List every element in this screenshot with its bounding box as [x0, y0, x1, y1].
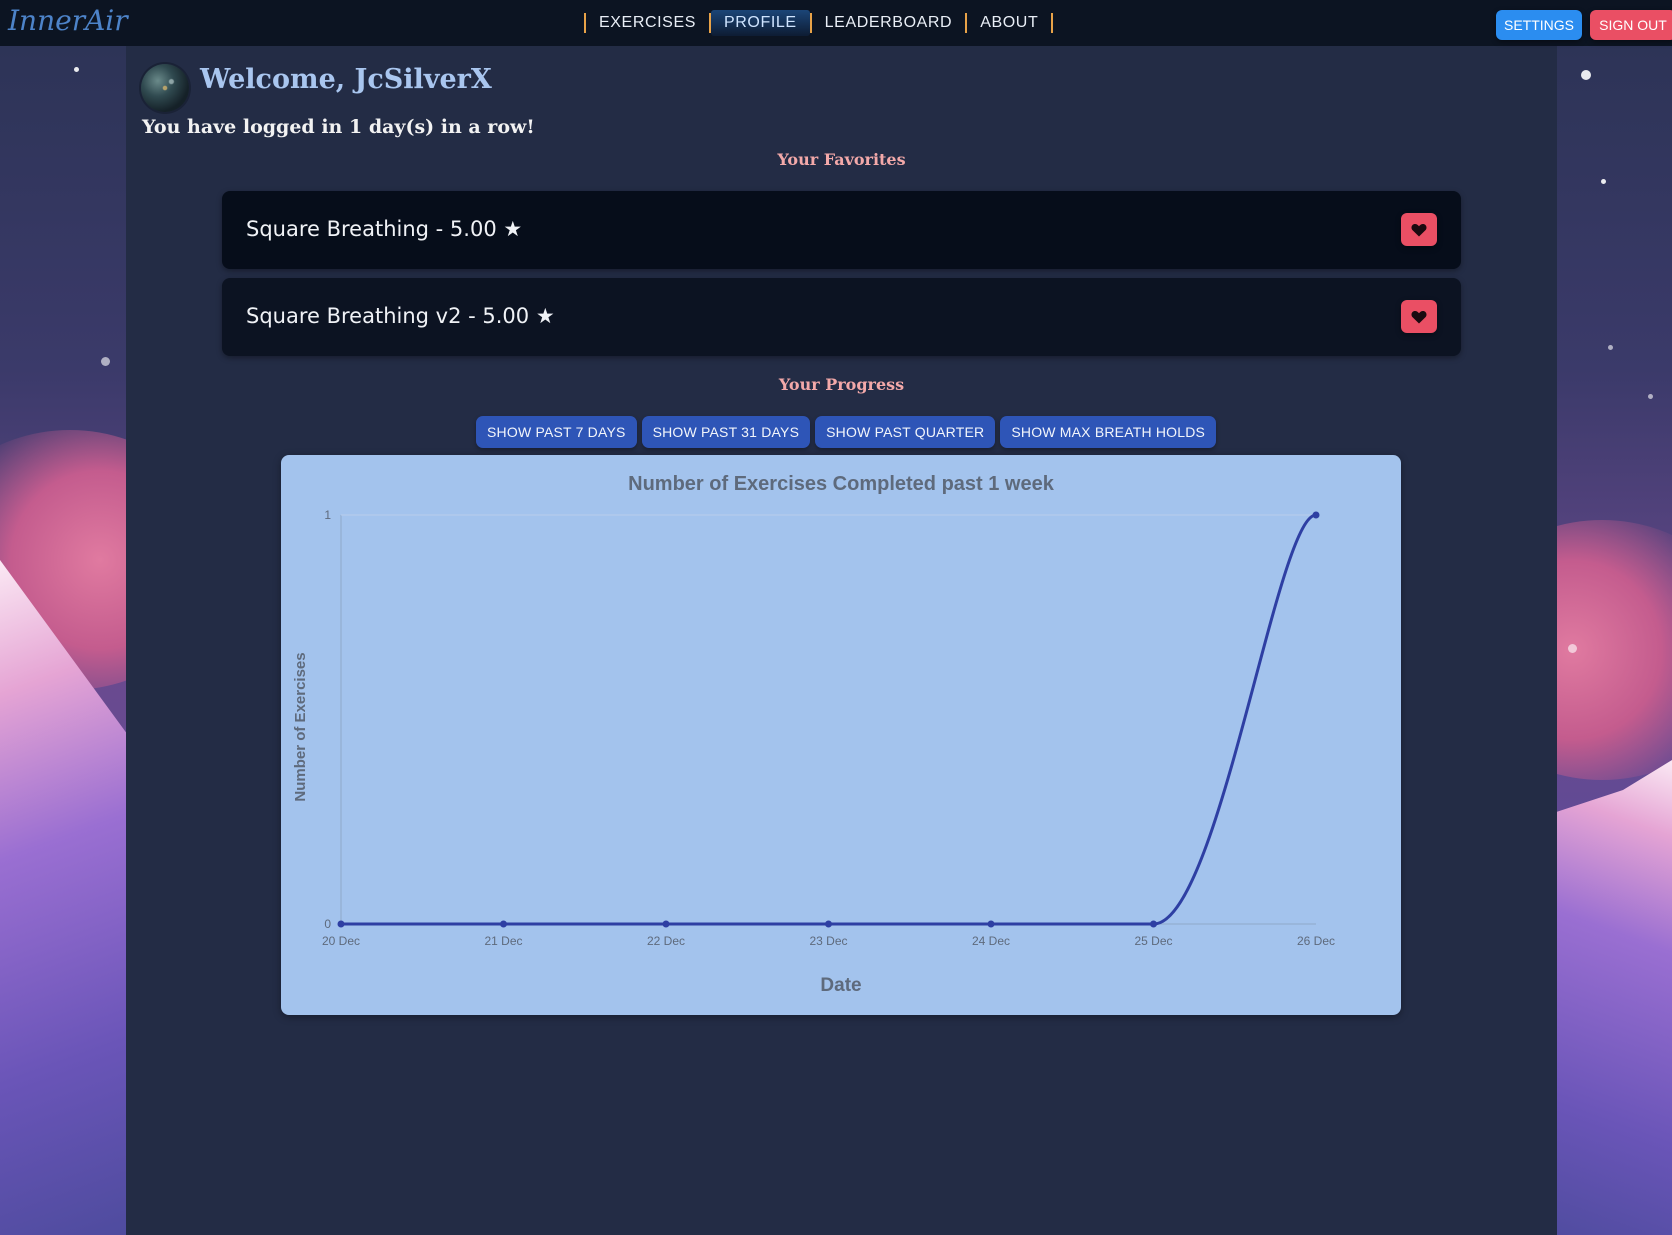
settings-button[interactable]: SETTINGS [1496, 10, 1582, 40]
heart-icon [1411, 223, 1427, 236]
show-past-quarter-button[interactable]: SHOW PAST QUARTER [815, 416, 996, 448]
x-tick-label: 24 Dec [972, 934, 1010, 948]
favorite-card[interactable]: Square Breathing v2 - 5.00 ★ [222, 278, 1461, 356]
star [101, 357, 110, 366]
series-line [341, 513, 1317, 926]
nav-separator [1051, 13, 1054, 33]
show-past-7-days-button[interactable]: SHOW PAST 7 DAYS [476, 416, 637, 448]
range-button-group: SHOW PAST 7 DAYS SHOW PAST 31 DAYS SHOW … [476, 416, 1217, 448]
nav-link-about[interactable]: ABOUT [967, 10, 1051, 36]
favorite-card[interactable]: Square Breathing - 5.00 ★ [222, 191, 1461, 269]
data-point [825, 920, 832, 928]
x-axis-label: Date [820, 975, 861, 996]
nav-link-exercises[interactable]: EXERCISES [586, 10, 709, 36]
star [1581, 70, 1591, 80]
profile-panel: Welcome, JcSilverX You have logged in 1 … [126, 46, 1557, 1235]
chart-canvas: Number of Exercises Completed past 1 wee… [292, 473, 1335, 996]
data-point [337, 920, 345, 928]
sign-out-button[interactable]: SIGN OUT [1590, 10, 1672, 40]
show-max-breath-holds-button[interactable]: SHOW MAX BREATH HOLDS [1000, 416, 1217, 448]
x-tick-label: 21 Dec [484, 934, 522, 948]
x-tick-label: 25 Dec [1134, 934, 1172, 948]
data-point [662, 920, 670, 928]
avatar[interactable] [141, 64, 189, 112]
x-tick-label: 23 Dec [809, 934, 847, 948]
x-tick-label: 26 Dec [1297, 934, 1335, 948]
favorite-label: Square Breathing v2 - 5.00 ★ [246, 304, 555, 328]
heart-icon [1411, 310, 1427, 323]
data-point [500, 920, 507, 928]
nav-links: EXERCISES PROFILE LEADERBOARD ABOUT [584, 0, 1054, 46]
x-tick-label: 22 Dec [647, 934, 685, 948]
progress-chart: Number of Exercises Completed past 1 wee… [281, 455, 1401, 1015]
unfavorite-button[interactable] [1401, 300, 1437, 333]
app-logo[interactable]: InnerAir [8, 4, 128, 37]
star [1608, 345, 1613, 350]
y-tick-label: 1 [324, 508, 331, 522]
x-tick-label: 20 Dec [322, 934, 360, 948]
top-navbar: InnerAir EXERCISES PROFILE LEADERBOARD A… [0, 0, 1672, 46]
unfavorite-button[interactable] [1401, 213, 1437, 246]
login-streak-text: You have logged in 1 day(s) in a row! [142, 116, 535, 138]
chart-title: Number of Exercises Completed past 1 wee… [628, 473, 1055, 495]
data-point [1150, 920, 1157, 928]
data-point [987, 920, 995, 928]
nav-link-profile[interactable]: PROFILE [711, 10, 810, 36]
welcome-heading: Welcome, JcSilverX [200, 64, 492, 95]
favorite-label: Square Breathing - 5.00 ★ [246, 217, 523, 241]
y-axis-label: Number of Exercises [292, 652, 309, 801]
star [1568, 644, 1577, 653]
y-tick-label: 0 [324, 917, 331, 931]
data-point [1312, 511, 1320, 519]
favorites-title: Your Favorites [777, 150, 906, 169]
show-past-31-days-button[interactable]: SHOW PAST 31 DAYS [641, 416, 811, 448]
progress-title: Your Progress [778, 375, 905, 394]
star [74, 67, 79, 72]
star [1601, 179, 1606, 184]
star [1648, 394, 1653, 399]
nav-link-leaderboard[interactable]: LEADERBOARD [812, 10, 966, 36]
